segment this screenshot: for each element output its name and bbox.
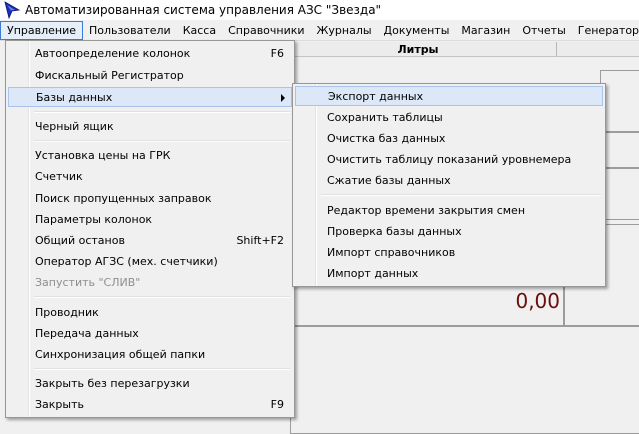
menu-item-close-no-reboot[interactable]: Закрыть без перезагрузки <box>8 373 292 393</box>
submenu-item-check-database[interactable]: Проверка базы данных <box>295 221 603 241</box>
menu-separator <box>34 296 290 298</box>
menu-separator <box>34 368 290 370</box>
submenu-item-save-tables[interactable]: Сохранить таблицы <box>295 107 603 127</box>
menu-separator <box>321 194 601 196</box>
menu-item-explorer[interactable]: Проводник <box>8 302 292 322</box>
menu-polzovateli[interactable]: Пользователи <box>83 21 177 40</box>
menu-item-column-params[interactable]: Параметры колонок <box>8 209 292 229</box>
menu-item-black-box[interactable]: Черный ящик <box>8 116 292 136</box>
menu-item-sync-shared-folder[interactable]: Синхронизация общей папки <box>8 344 292 364</box>
menu-generator-otchetov[interactable]: Генератор отче <box>572 21 639 40</box>
menu-item-agzs-operator[interactable]: Оператор АГЗС (мех. счетчики) <box>8 251 292 271</box>
menu-item-start-sliv: Запустить "СЛИВ" <box>35 275 141 289</box>
submenu-item-clear-databases[interactable]: Очистка баз данных <box>295 128 603 148</box>
menu-item-set-price[interactable]: Установка цены на ГРК <box>8 145 292 165</box>
submenu-item-compress-database[interactable]: Сжатие базы данных <box>295 170 603 190</box>
submenu-item-shift-close-editor[interactable]: Редактор времени закрытия смен <box>295 200 603 220</box>
liters-value: 0,00 <box>515 289 560 313</box>
menu-kassa[interactable]: Касса <box>177 21 222 40</box>
menu-spravochniki[interactable]: Справочники <box>222 21 310 40</box>
submenu-arrow-icon <box>281 94 285 102</box>
column-header-liters[interactable]: Литры <box>280 42 557 57</box>
submenu-databases: Экспорт данных Сохранить таблицы Очистка… <box>292 83 606 287</box>
submenu-item-import-directories[interactable]: Импорт справочников <box>295 242 603 262</box>
menu-otchety[interactable]: Отчеты <box>516 21 571 40</box>
menu-separator <box>34 140 290 142</box>
title-bar: Автоматизированная система управления АЗ… <box>0 0 639 20</box>
menu-upravlenie[interactable]: Управление <box>0 21 84 40</box>
panel-bottom <box>290 326 639 434</box>
menu-separator <box>34 111 290 113</box>
column-header-extra[interactable] <box>557 42 639 57</box>
menu-zhurnaly[interactable]: Журналы <box>311 21 378 40</box>
submenu-item-export-data[interactable]: Экспорт данных <box>295 86 603 106</box>
menu-magazin[interactable]: Магазин <box>455 21 516 40</box>
menu-item-close[interactable]: Закрыть F9 <box>8 394 292 414</box>
menu-bar: Управление Пользователи Касса Справочник… <box>0 21 639 41</box>
window-title: Автоматизированная система управления АЗ… <box>25 3 382 17</box>
menu-dokumenty[interactable]: Документы <box>378 21 456 40</box>
menu-item-find-missed-fuelings[interactable]: Поиск пропущенных заправок <box>8 188 292 208</box>
submenu-item-clear-level-table[interactable]: Очистить таблицу показаний уровнемера <box>295 149 603 169</box>
menu-item-general-stop[interactable]: Общий останов Shift+F2 <box>8 230 292 250</box>
menu-item-data-transfer[interactable]: Передача данных <box>8 323 292 343</box>
menu-item-counter[interactable]: Счетчик <box>8 166 292 186</box>
arrow-cursor-icon <box>4 1 21 19</box>
submenu-item-import-data[interactable]: Импорт данных <box>295 263 603 283</box>
menu-item-databases[interactable]: Базы данных <box>8 87 292 107</box>
menu-item-autodetect-columns[interactable]: Автоопределение колонок F6 <box>8 43 292 63</box>
menu-item-fiscal-registrar[interactable]: Фискальный Регистратор <box>8 65 292 85</box>
dropdown-upravlenie: Автоопределение колонок F6 Фискальный Ре… <box>5 40 295 418</box>
